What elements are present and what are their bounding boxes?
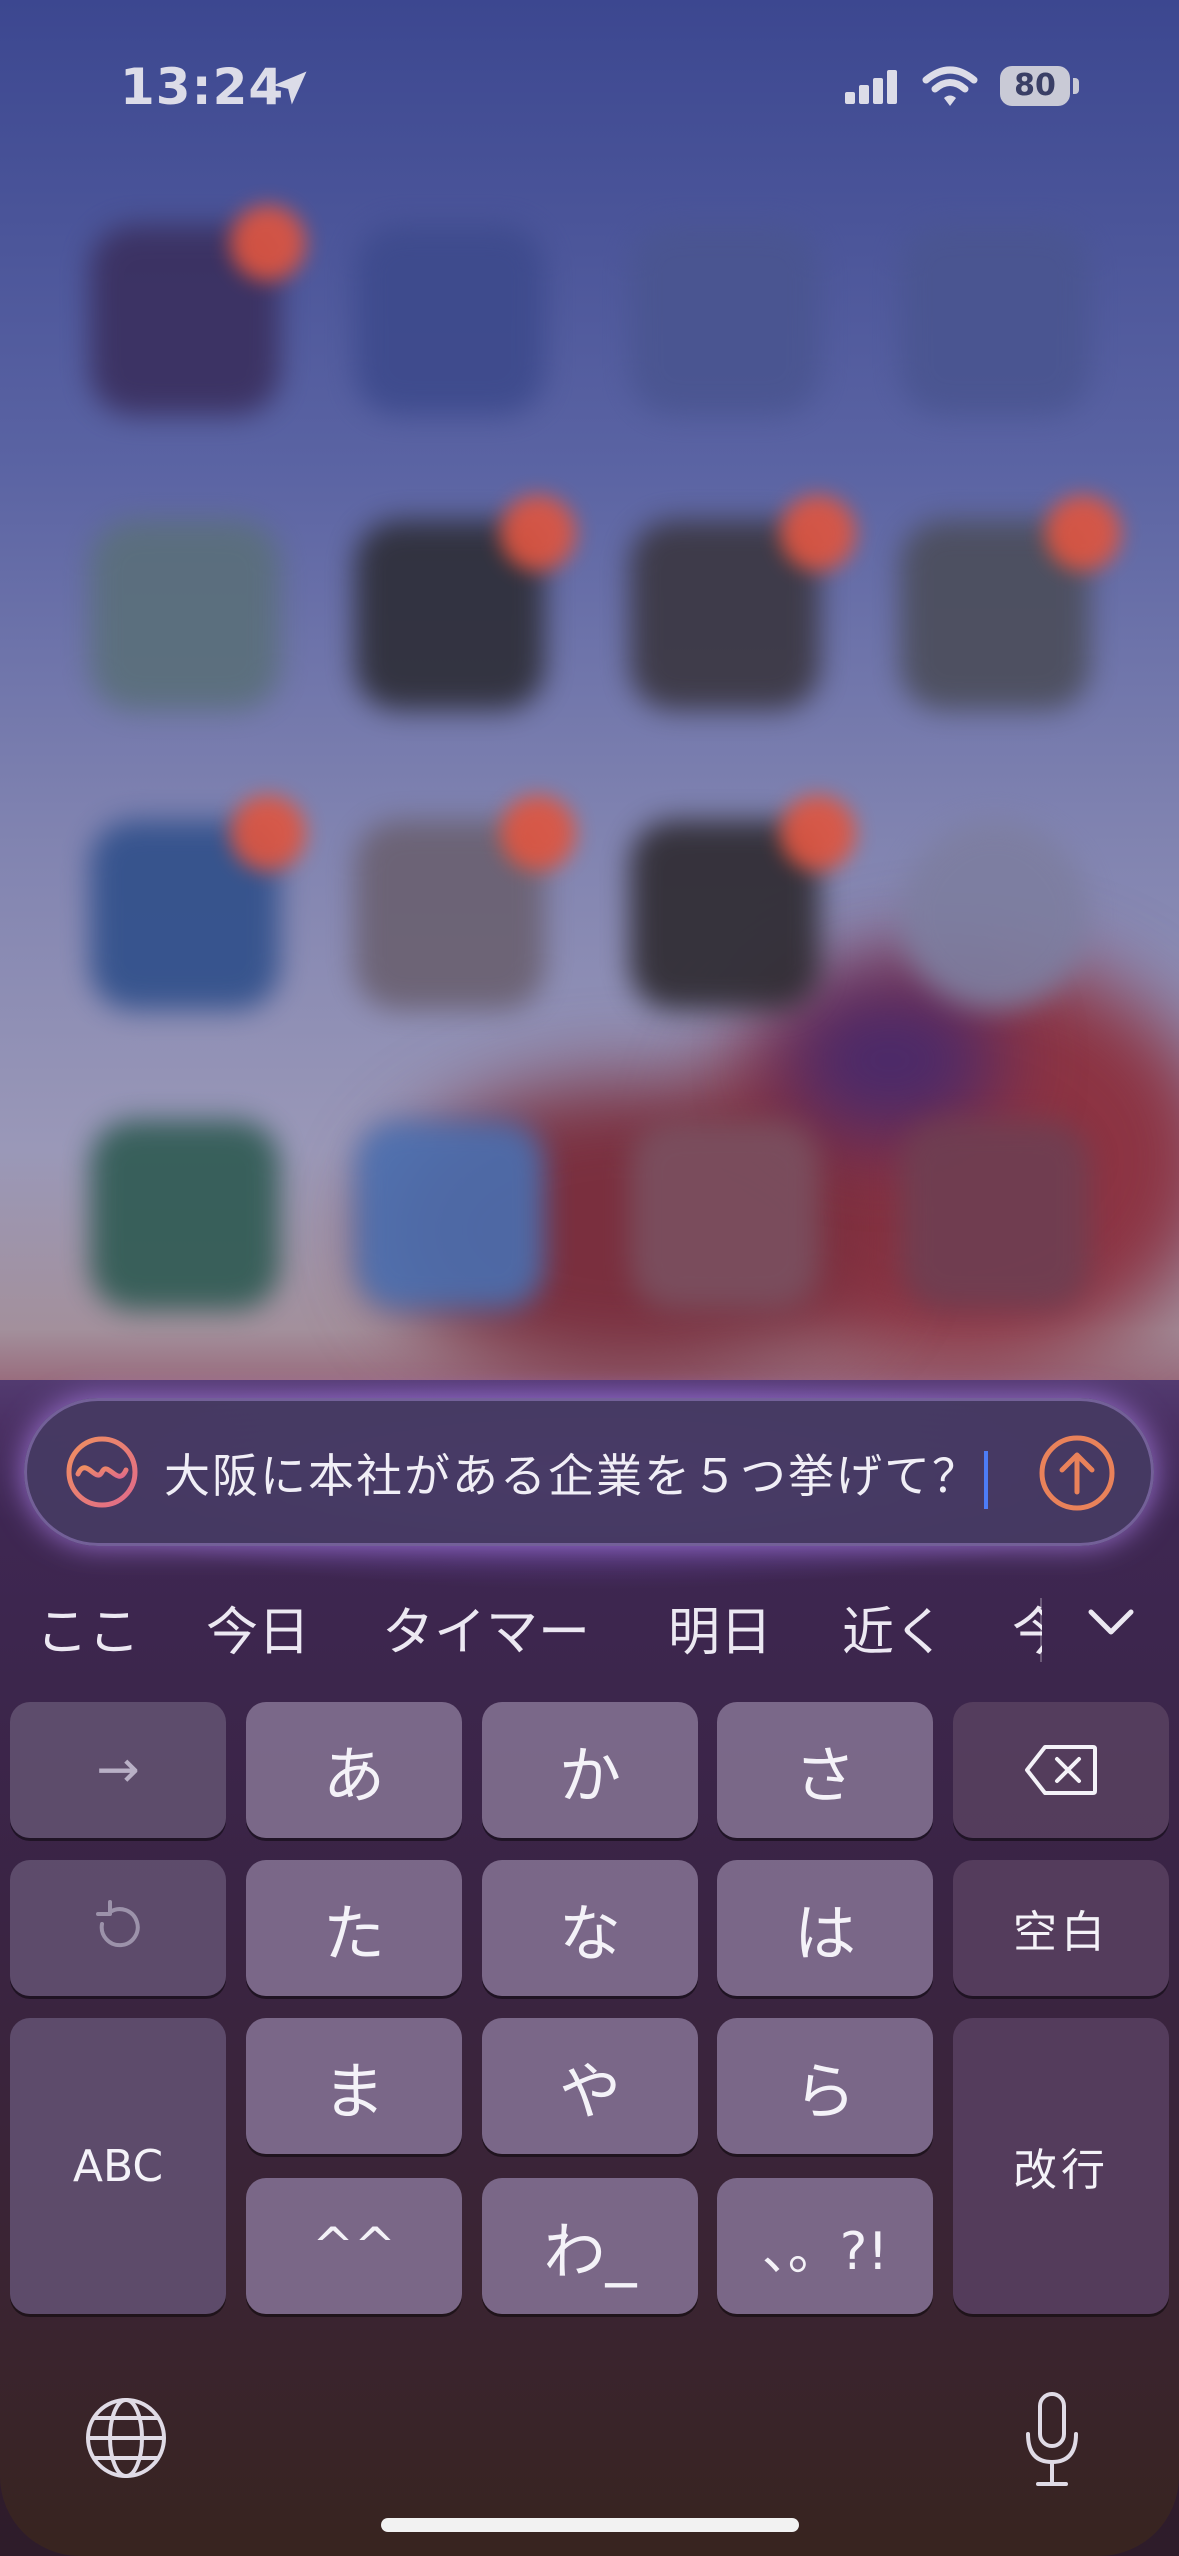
notification-badge <box>230 205 306 281</box>
prediction-bar: ここ 今日 タイマー 明日 近く 今 <box>0 1590 1179 1670</box>
app-icon[interactable] <box>355 1120 545 1310</box>
apple-intelligence-icon <box>66 1436 138 1508</box>
suggestion-divider <box>1040 1598 1042 1662</box>
key-sa[interactable]: さ <box>717 1702 933 1838</box>
space-button[interactable]: 空白 <box>953 1860 1169 1996</box>
app-icon[interactable] <box>630 225 820 415</box>
notification-badge <box>1045 495 1121 571</box>
siri-query-text[interactable]: 大阪に本社がある企業を５つ挙げて？ <box>164 1440 988 1509</box>
app-icon[interactable] <box>355 225 545 415</box>
wifi-icon <box>922 66 978 106</box>
key-na[interactable]: な <box>482 1860 698 1996</box>
globe-icon[interactable] <box>84 2396 168 2480</box>
app-icon[interactable] <box>90 520 280 710</box>
location-arrow-icon <box>273 71 307 105</box>
app-icon[interactable] <box>90 1120 280 1310</box>
status-bar: 13:24 80 <box>0 40 1179 140</box>
undo-button[interactable] <box>10 1860 226 1996</box>
key-ta[interactable]: た <box>246 1860 462 1996</box>
home-indicator[interactable] <box>381 2518 799 2532</box>
send-arrow-icon[interactable] <box>1038 1434 1116 1512</box>
suggestion-item[interactable]: ここ <box>36 1590 140 1665</box>
status-time: 13:24 <box>120 58 285 116</box>
notification-badge <box>500 795 576 871</box>
key-next-arrow[interactable]: → <box>10 1702 226 1838</box>
suggestion-item[interactable]: 今 <box>1012 1590 1042 1665</box>
app-icon[interactable] <box>900 1120 1090 1310</box>
key-ma[interactable]: ま <box>246 2018 462 2154</box>
cellular-signal-icon <box>845 70 897 104</box>
query-text: 大阪に本社がある企業を５つ挙げて？ <box>164 1449 980 1503</box>
key-wa[interactable]: わ_ <box>482 2178 698 2314</box>
suggestion-item[interactable]: 今日 <box>206 1590 310 1665</box>
app-icon[interactable] <box>900 820 1090 1010</box>
key-ha[interactable]: は <box>717 1860 933 1996</box>
app-icon[interactable] <box>900 225 1090 415</box>
abc-button[interactable]: ABC <box>10 2018 226 2314</box>
key-ka[interactable]: か <box>482 1702 698 1838</box>
siri-text-input[interactable]: 大阪に本社がある企業を５つ挙げて？ <box>24 1398 1154 1546</box>
app-icon[interactable] <box>630 1120 820 1310</box>
text-caret <box>984 1450 988 1509</box>
suggestion-item[interactable]: タイマー <box>382 1590 590 1665</box>
chevron-down-icon[interactable] <box>1085 1602 1137 1642</box>
suggestion-item[interactable]: 明日 <box>668 1590 772 1665</box>
notification-badge <box>230 795 306 871</box>
key-ra[interactable]: ら <box>717 2018 933 2154</box>
notification-badge <box>780 795 856 871</box>
suggestion-item[interactable]: 近く <box>842 1590 946 1665</box>
delete-button[interactable] <box>953 1702 1169 1838</box>
key-ya[interactable]: や <box>482 2018 698 2154</box>
microphone-icon[interactable] <box>1020 2390 1084 2490</box>
key-a[interactable]: あ <box>246 1702 462 1838</box>
return-button[interactable]: 改行 <box>953 2018 1169 2314</box>
battery-tip <box>1073 78 1079 94</box>
backspace-icon <box>1025 1745 1097 1795</box>
arrow-label: → <box>96 1740 140 1800</box>
home-screen-background <box>0 0 1179 1400</box>
key-punctuation[interactable]: 、。?! <box>717 2178 933 2314</box>
key-emoticon[interactable]: ^^ <box>246 2178 462 2314</box>
notification-badge <box>780 495 856 571</box>
battery-level: 80 <box>1000 66 1070 106</box>
notification-badge <box>500 495 576 571</box>
undo-icon <box>96 1900 140 1948</box>
